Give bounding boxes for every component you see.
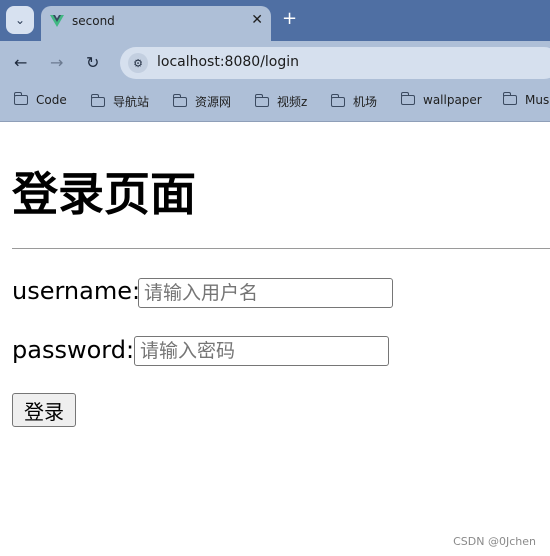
folder-icon bbox=[502, 92, 517, 105]
username-row: username: bbox=[12, 276, 140, 305]
bookmark-folder[interactable]: 视频z bbox=[254, 93, 307, 110]
folder-icon bbox=[172, 94, 187, 107]
divider bbox=[12, 248, 550, 249]
tab-search-button[interactable]: ⌄ bbox=[6, 6, 34, 34]
close-tab-icon[interactable]: ✕ bbox=[251, 12, 263, 28]
vue-logo-icon bbox=[50, 15, 64, 27]
folder-icon bbox=[330, 94, 345, 107]
forward-arrow-icon[interactable]: → bbox=[50, 53, 63, 72]
chevron-down-icon: ⌄ bbox=[14, 13, 26, 27]
bookmark-folder[interactable]: Code bbox=[13, 92, 67, 107]
username-input[interactable] bbox=[138, 278, 393, 308]
bookmarks-bar: Code 导航站 资源网 视频z 机场 wallpaper Mus bbox=[0, 85, 550, 122]
password-row: password: bbox=[12, 335, 134, 364]
username-label: username: bbox=[12, 277, 141, 305]
bookmark-folder[interactable]: wallpaper bbox=[400, 92, 482, 107]
tab-title: second bbox=[72, 14, 115, 28]
browser-tab[interactable]: second ✕ bbox=[41, 6, 271, 41]
reload-icon[interactable]: ↻ bbox=[86, 53, 99, 72]
browser-toolbar: ← → ↻ ⚙ localhost:8080/login bbox=[0, 41, 550, 85]
site-info-icon[interactable]: ⚙ bbox=[128, 53, 148, 73]
bookmark-folder[interactable]: Mus bbox=[502, 92, 549, 107]
bookmark-folder[interactable]: 资源网 bbox=[172, 93, 231, 110]
folder-icon bbox=[90, 94, 105, 107]
password-input[interactable] bbox=[134, 336, 389, 366]
address-bar[interactable]: ⚙ localhost:8080/login bbox=[120, 47, 550, 79]
back-arrow-icon[interactable]: ← bbox=[14, 53, 27, 72]
tab-strip: ⌄ second ✕ + bbox=[0, 0, 550, 41]
folder-icon bbox=[13, 92, 28, 105]
folder-icon bbox=[400, 92, 415, 105]
bookmark-folder[interactable]: 导航站 bbox=[90, 93, 149, 110]
password-label: password: bbox=[12, 336, 135, 364]
bookmark-folder[interactable]: 机场 bbox=[330, 93, 377, 110]
url-text[interactable]: localhost:8080/login bbox=[157, 54, 299, 70]
folder-icon bbox=[254, 94, 269, 107]
watermark: CSDN @0Jchen bbox=[453, 535, 536, 548]
page-title: 登录页面 bbox=[12, 167, 196, 221]
new-tab-icon[interactable]: + bbox=[282, 8, 297, 29]
login-button[interactable]: 登录 bbox=[12, 393, 76, 427]
